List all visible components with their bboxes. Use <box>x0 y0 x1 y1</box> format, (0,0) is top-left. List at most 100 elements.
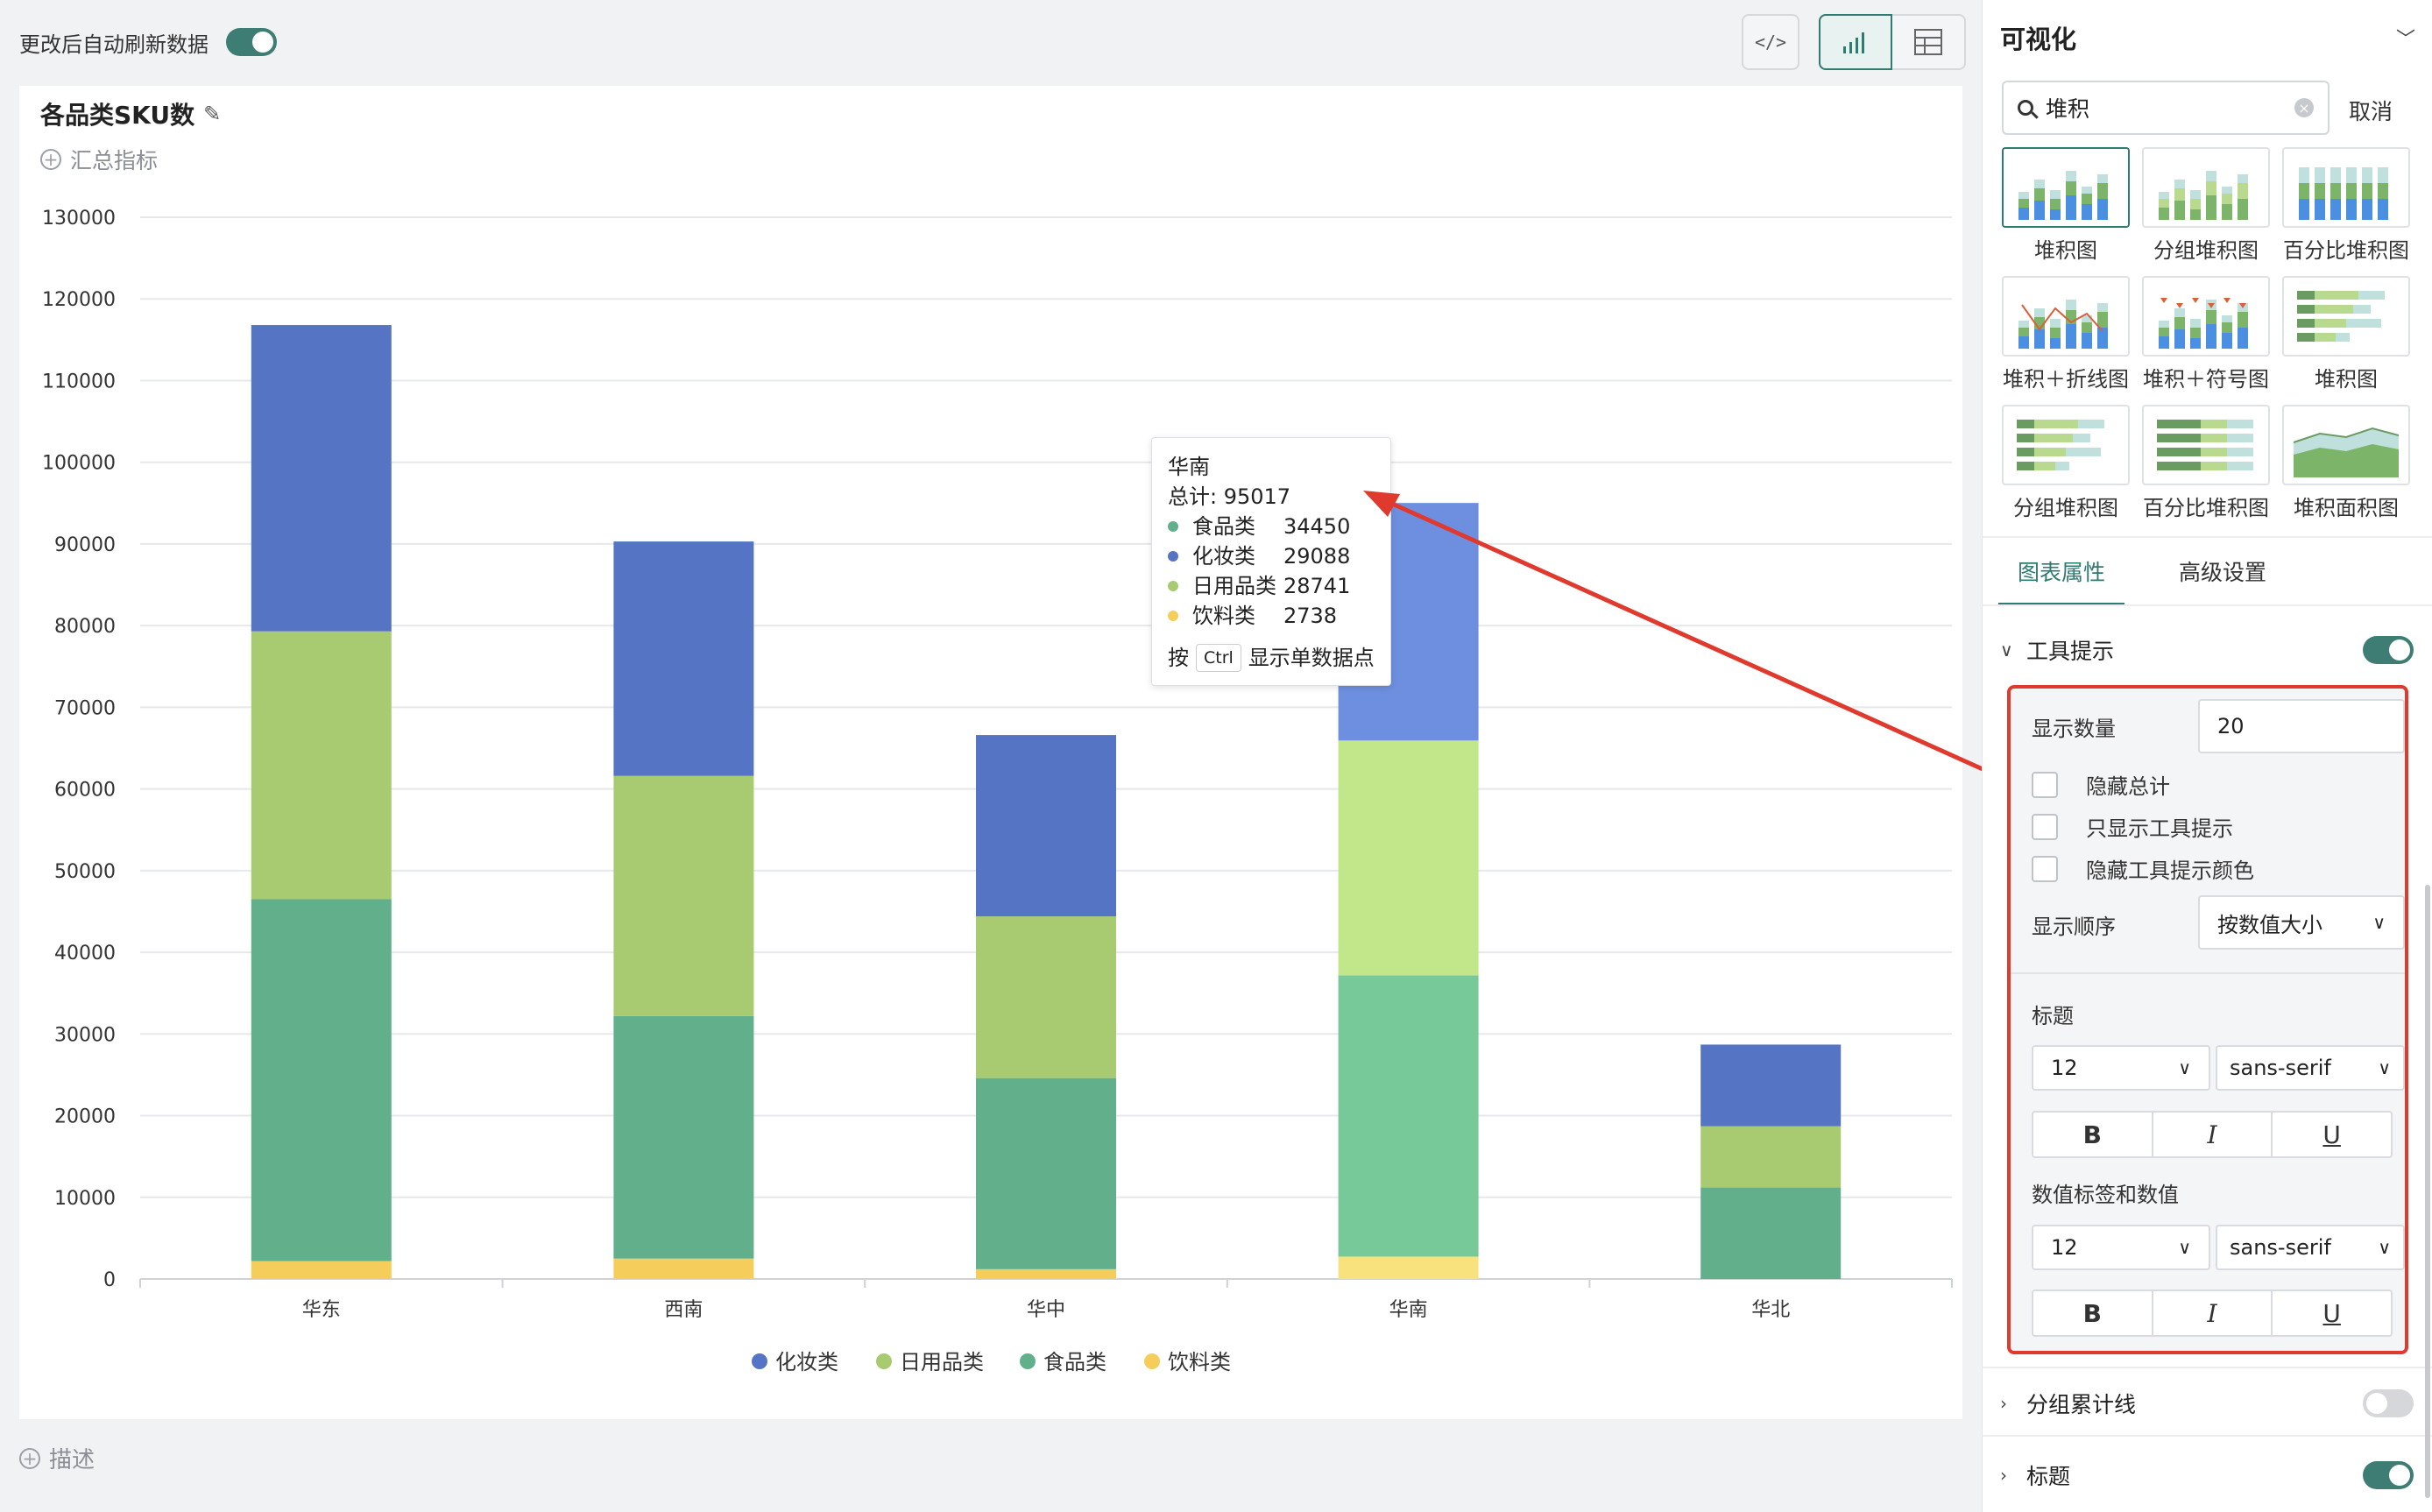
chart-type-search[interactable]: 堆积 × <box>2002 81 2329 135</box>
panel-header: 可视化 ﹀ <box>2000 19 2415 56</box>
chart-type-option[interactable]: 分组堆积图 <box>2142 147 2270 264</box>
chart-type-thumbnail <box>2002 276 2130 357</box>
chevron-right-icon: › <box>2000 1465 2007 1486</box>
chart-type-option[interactable]: 百分比堆积图 <box>2282 147 2410 264</box>
bold-button[interactable]: B <box>2032 1289 2153 1337</box>
divider <box>2011 972 2405 974</box>
chart-type-thumbnail <box>2282 147 2410 228</box>
tab-chart-properties[interactable]: 图表属性 <box>1998 541 2125 606</box>
chart-type-label: 分组堆积图 <box>2013 496 2118 520</box>
only-tooltip-label: 只显示工具提示 <box>2086 816 2233 841</box>
chart-type-option[interactable]: 堆积图 <box>2282 276 2410 392</box>
group-total-section-header[interactable]: › 分组累计线 <box>2000 1388 2414 1419</box>
hide-total-checkbox[interactable] <box>2032 771 2058 798</box>
title-font-size-value: 12 <box>2051 1056 2078 1080</box>
underline-icon: U <box>2322 1120 2341 1149</box>
value-format-buttons: B I U <box>2032 1289 2393 1337</box>
chart-type-label: 堆积图 <box>2315 367 2378 392</box>
group-total-label: 分组累计线 <box>2026 1392 2137 1417</box>
chart-type-option[interactable]: 百分比堆积图 <box>2142 405 2270 521</box>
order-label: 显示顺序 <box>2032 915 2116 939</box>
title-font-size-select[interactable]: 12 ∨ <box>2032 1045 2210 1091</box>
chevron-down-icon[interactable]: ﹀ <box>2396 24 2415 52</box>
count-input[interactable]: 20 <box>2198 699 2405 753</box>
chart-type-thumbnail <box>2002 147 2130 228</box>
chart-type-thumbnail <box>2142 276 2270 357</box>
panel-tabs: 图表属性 高级设置 <box>1998 541 2321 606</box>
chart-type-preview-icon <box>2017 420 2104 470</box>
hide-color-label: 隐藏工具提示颜色 <box>2086 858 2254 883</box>
chart-type-label: 百分比堆积图 <box>2283 238 2409 263</box>
divider <box>1983 536 2432 538</box>
italic-button[interactable]: I <box>2153 1111 2273 1158</box>
group-total-toggle[interactable] <box>2363 1389 2414 1417</box>
chevron-right-icon: › <box>2000 1393 2007 1414</box>
title-section-label: 标题 <box>2026 1464 2071 1489</box>
bold-button[interactable]: B <box>2032 1111 2153 1158</box>
hide-total-label: 隐藏总计 <box>2086 774 2170 799</box>
panel-title: 可视化 <box>2000 25 2077 54</box>
title-font-label: 标题 <box>2032 1004 2074 1028</box>
bold-icon: B <box>2082 1120 2102 1149</box>
hide-color-option[interactable]: 隐藏工具提示颜色 <box>2032 853 2254 884</box>
divider <box>1983 1435 2432 1437</box>
tooltip-toggle[interactable] <box>2363 636 2414 664</box>
chevron-down-icon: ∨ <box>2178 1057 2191 1078</box>
only-tooltip-checkbox[interactable] <box>2032 813 2058 840</box>
count-label: 显示数量 <box>2032 717 2116 741</box>
chart-type-preview-icon <box>2018 171 2108 220</box>
chart-type-label: 百分比堆积图 <box>2143 496 2269 520</box>
chart-type-label: 堆积图 <box>2034 238 2097 263</box>
value-font-label: 数值标签和数值 <box>2032 1183 2179 1207</box>
tooltip-section-label: 工具提示 <box>2026 639 2115 664</box>
value-font-family-select[interactable]: sans-serif ∨ <box>2216 1225 2405 1270</box>
chart-type-preview-icon <box>2159 171 2248 220</box>
title-font-family-select[interactable]: sans-serif ∨ <box>2216 1045 2405 1091</box>
underline-button[interactable]: U <box>2273 1111 2393 1158</box>
chart-type-label: 堆积＋折线图 <box>2003 367 2129 392</box>
visualization-panel: 可视化 ﹀ 堆积 × 取消 堆积图 分组堆积图 百分比堆积图 堆积＋折线图 堆积＋符号图… <box>1982 0 2432 1512</box>
underline-icon: U <box>2322 1298 2341 1328</box>
hide-total-option[interactable]: 隐藏总计 <box>2032 769 2170 800</box>
chart-type-thumbnail <box>2282 276 2410 357</box>
title-section-toggle[interactable] <box>2363 1461 2414 1489</box>
only-tooltip-option[interactable]: 只显示工具提示 <box>2032 811 2233 842</box>
title-section-header[interactable]: › 标题 <box>2000 1459 2414 1491</box>
italic-icon: I <box>2207 1298 2217 1328</box>
italic-button[interactable]: I <box>2153 1289 2273 1337</box>
chevron-down-icon: ∨ <box>2178 1237 2191 1258</box>
chart-type-option[interactable]: 堆积面积图 <box>2282 405 2410 521</box>
tooltip-section-header[interactable]: ∨ 工具提示 <box>2000 634 2414 666</box>
chart-type-option[interactable]: 分组堆积图 <box>2002 405 2130 521</box>
chart-type-preview-icon <box>2157 420 2253 470</box>
italic-icon: I <box>2207 1120 2217 1149</box>
value-font-size-value: 12 <box>2051 1235 2078 1260</box>
bold-icon: B <box>2082 1298 2102 1328</box>
value-font-size-select[interactable]: 12 ∨ <box>2032 1225 2210 1270</box>
chevron-down-icon: ∨ <box>2378 1237 2391 1258</box>
chart-type-option[interactable]: 堆积图 <box>2002 147 2130 264</box>
search-input[interactable]: 堆积 <box>2046 92 2294 124</box>
chart-type-thumbnail <box>2142 405 2270 485</box>
chart-type-preview-icon <box>2293 427 2400 477</box>
chart-type-option[interactable]: 堆积＋符号图 <box>2142 276 2270 392</box>
chevron-down-icon: ∨ <box>2000 639 2013 661</box>
cancel-button[interactable]: 取消 <box>2349 95 2393 126</box>
chart-type-label: 堆积＋符号图 <box>2143 367 2269 392</box>
title-format-buttons: B I U <box>2032 1111 2393 1158</box>
chart-type-grid: 堆积图 分组堆积图 百分比堆积图 堆积＋折线图 堆积＋符号图 堆积图 分组堆积图 百分比堆积图… <box>2002 147 2414 521</box>
underline-button[interactable]: U <box>2273 1289 2393 1337</box>
hide-color-checkbox[interactable] <box>2032 855 2058 882</box>
chart-type-label: 堆积面积图 <box>2294 496 2399 520</box>
tab-advanced-settings[interactable]: 高级设置 <box>2179 541 2266 606</box>
value-font-family-value: sans-serif <box>2230 1235 2331 1260</box>
chart-type-preview-icon <box>2159 298 2248 349</box>
search-icon <box>2018 100 2033 116</box>
chart-type-option[interactable]: 堆积＋折线图 <box>2002 276 2130 392</box>
chart-type-preview-icon <box>2299 167 2388 220</box>
clear-icon[interactable]: × <box>2294 98 2314 117</box>
order-select[interactable]: 按数值大小 ∨ <box>2198 895 2405 950</box>
chart-type-thumbnail <box>2142 147 2270 228</box>
panel-scrollbar[interactable] <box>2425 885 2430 1498</box>
chevron-down-icon: ∨ <box>2372 912 2386 933</box>
